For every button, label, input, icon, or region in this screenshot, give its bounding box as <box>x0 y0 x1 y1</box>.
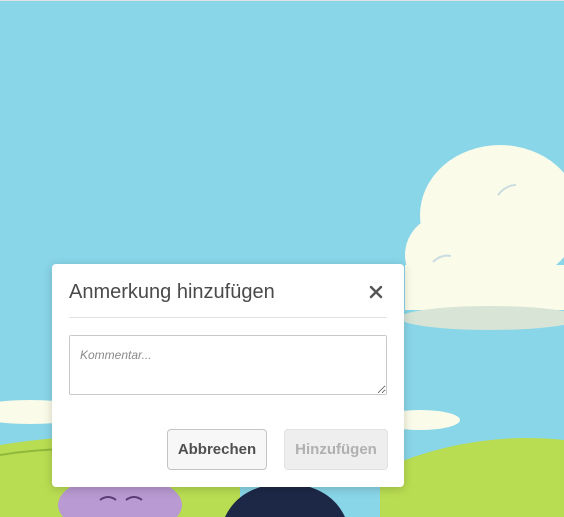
close-button[interactable] <box>366 282 386 302</box>
add-button[interactable]: Hinzufügen <box>284 429 388 470</box>
cancel-button[interactable]: Abbrechen <box>167 429 267 470</box>
add-annotation-dialog: Anmerkung hinzufügen Abbrechen Hinzufüge… <box>52 264 404 487</box>
close-icon <box>369 285 383 299</box>
dialog-title: Anmerkung hinzufügen <box>69 281 275 303</box>
comment-textarea[interactable] <box>69 335 387 395</box>
top-border <box>0 0 564 1</box>
dialog-divider <box>69 317 387 318</box>
